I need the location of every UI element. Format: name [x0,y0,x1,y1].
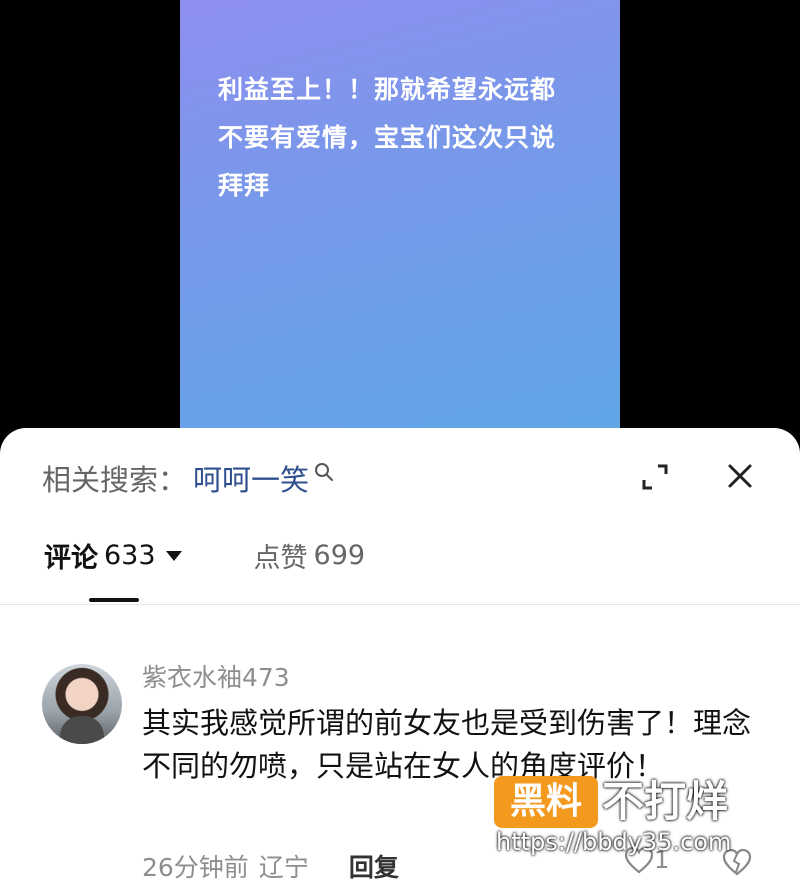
caret-down-icon[interactable] [165,550,182,561]
tab-comments-label: 评论 [44,543,98,574]
heart-icon[interactable] [624,846,654,874]
like-button[interactable]: 1 [624,846,669,874]
video-area[interactable]: 利益至上！！那就希望永远都不要有爱情，宝宝们这次只说拜拜 [0,0,800,460]
avatar-figure [60,716,104,744]
tab-likes-label: 点赞 [253,543,308,574]
like-count: 1 [654,846,670,874]
comment-meta: 26分钟前 辽宁 回复 [142,848,399,884]
search-icon[interactable] [313,461,335,483]
video-card[interactable]: 利益至上！！那就希望永远都不要有爱情，宝宝们这次只说拜拜 [180,0,620,440]
close-icon[interactable] [724,460,756,492]
broken-heart-icon[interactable] [722,848,752,876]
tab-likes[interactable]: 点赞 699 [254,536,366,575]
reply-button[interactable]: 回复 [349,848,399,884]
comments-sheet: 相关搜索： 呵呵一笑 评论 633 点赞 699 紫衣水袖473 其实我感觉所谓… [0,428,800,894]
comment-username[interactable]: 紫衣水袖473 [142,658,290,694]
related-search-label: 相关搜索： [42,463,188,497]
watermark-url: https://bbdy35.com [496,828,732,856]
video-caption: 利益至上！！那就希望永远都不要有爱情，宝宝们这次只说拜拜 [218,75,557,200]
tab-comments-count: 633 [104,540,156,571]
related-search-term[interactable]: 呵呵一笑 [193,457,309,499]
comment-time: 26分钟前 [142,853,249,882]
expand-icon[interactable] [640,462,670,492]
comment-location: 辽宁 [258,853,309,882]
active-tab-indicator [89,598,139,602]
related-search[interactable]: 相关搜索： 呵呵一笑 [42,458,335,498]
avatar[interactable] [42,664,122,744]
tabs-divider [0,604,800,605]
comment-tabs: 评论 633 点赞 699 [44,536,365,575]
comment-text[interactable]: 其实我感觉所谓的前女友也是受到伤害了！理念不同的勿喷，只是站在女人的角度评价！ [142,702,762,788]
tab-comments[interactable]: 评论 633 [44,536,182,575]
tab-likes-count: 699 [313,540,366,571]
